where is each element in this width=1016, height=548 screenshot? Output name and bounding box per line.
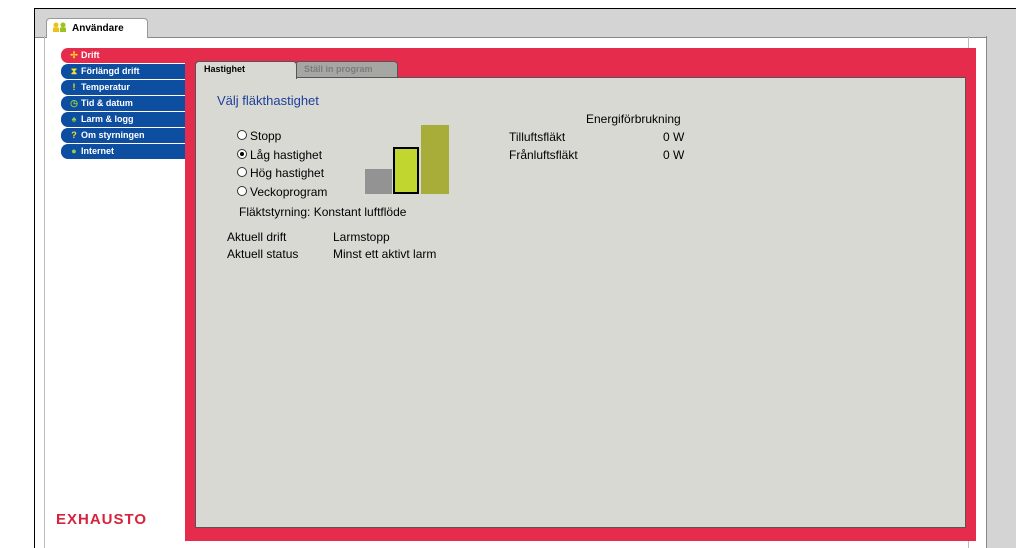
- bell-icon: ♠: [71, 114, 77, 124]
- users-icon: [52, 22, 70, 35]
- sidebar-item-label: Temperatur: [81, 82, 130, 92]
- status-label-status: Aktuell status: [227, 247, 299, 261]
- sidebar-item-drift[interactable]: ✢ Drift: [61, 48, 185, 63]
- left-divider: [44, 36, 45, 548]
- radio-label: Veckoprogram: [250, 185, 328, 199]
- tab-stall-in-program[interactable]: Ställ in program: [295, 61, 398, 77]
- status-value-drift: Larmstopp: [333, 230, 390, 244]
- sidebar-item-tid-datum[interactable]: ◷ Tid & datum: [61, 96, 185, 111]
- sidebar-item-forlangd-drift[interactable]: ⧗ Förlängd drift: [61, 64, 185, 79]
- radio-label: Hög hastighet: [250, 166, 325, 180]
- energy-value-exhaust: 0 W: [663, 148, 685, 162]
- sidebar-item-label: Om styrningen: [81, 130, 145, 140]
- page-title: Välj fläkthastighet: [217, 93, 319, 108]
- status-value-status: Minst ett aktivt larm: [333, 247, 437, 261]
- content-panel: [195, 77, 966, 528]
- globe-icon: ●: [71, 146, 77, 156]
- energy-label-exhaust: Frånluftsfläkt: [509, 148, 578, 162]
- status-label-drift: Aktuell drift: [227, 230, 287, 244]
- user-tab[interactable]: Användare: [46, 18, 148, 38]
- sidebar-item-label: Drift: [81, 50, 100, 60]
- speed-bar-high: [421, 125, 449, 194]
- radio-label: Stopp: [250, 129, 282, 143]
- right-scroll-strip: [986, 36, 1016, 548]
- sidebar-item-label: Förlängd drift: [81, 66, 140, 76]
- sidebar-item-larm-logg[interactable]: ♠ Larm & logg: [61, 112, 185, 127]
- thermometer-icon: ǃ: [72, 82, 76, 92]
- clock-icon: ◷: [70, 98, 78, 108]
- radio-button[interactable]: [237, 186, 247, 196]
- fan-control-text: Fläktstyrning: Konstant luftflöde: [239, 205, 407, 219]
- radio-button[interactable]: [237, 130, 247, 140]
- radio-hog-hastighet[interactable]: Hög hastighet: [237, 166, 324, 180]
- sidebar-item-label: Tid & datum: [81, 98, 133, 108]
- fan-icon: ✢: [70, 50, 78, 60]
- radio-button[interactable]: [237, 149, 247, 159]
- energy-label-supply: Tilluftsfläkt: [509, 130, 566, 144]
- radio-stopp[interactable]: Stopp: [237, 129, 281, 143]
- sidebar-item-label: Larm & logg: [81, 114, 134, 124]
- tab-hastighet[interactable]: Hastighet: [195, 61, 297, 79]
- user-tab-label: Användare: [72, 23, 124, 34]
- radio-veckoprogram[interactable]: Veckoprogram: [237, 185, 327, 199]
- sidebar-nav: ✢ Drift ⧗ Förlängd drift ǃ Temperatur ◷ Tid …: [61, 48, 185, 160]
- sidebar-item-label: Internet: [81, 146, 115, 156]
- top-bar: [35, 9, 1016, 38]
- exhausto-logo: EXHAUSTO: [56, 511, 148, 528]
- radio-lag-hastighet[interactable]: Låg hastighet: [237, 148, 322, 162]
- sidebar-item-temperatur[interactable]: ǃ Temperatur: [61, 80, 185, 95]
- radio-button[interactable]: [237, 167, 247, 177]
- radio-label: Låg hastighet: [250, 148, 323, 162]
- speed-bar-low: [393, 147, 419, 194]
- sidebar-item-om-styrningen[interactable]: ? Om styrningen: [61, 128, 185, 143]
- energy-value-supply: 0 W: [663, 130, 685, 144]
- energy-title: Energiförbrukning: [586, 112, 681, 126]
- speed-bar-off: [365, 169, 392, 194]
- question-icon: ?: [71, 130, 77, 140]
- hourglass-icon: ⧗: [70, 66, 78, 76]
- sidebar-item-internet[interactable]: ● Internet: [61, 144, 185, 159]
